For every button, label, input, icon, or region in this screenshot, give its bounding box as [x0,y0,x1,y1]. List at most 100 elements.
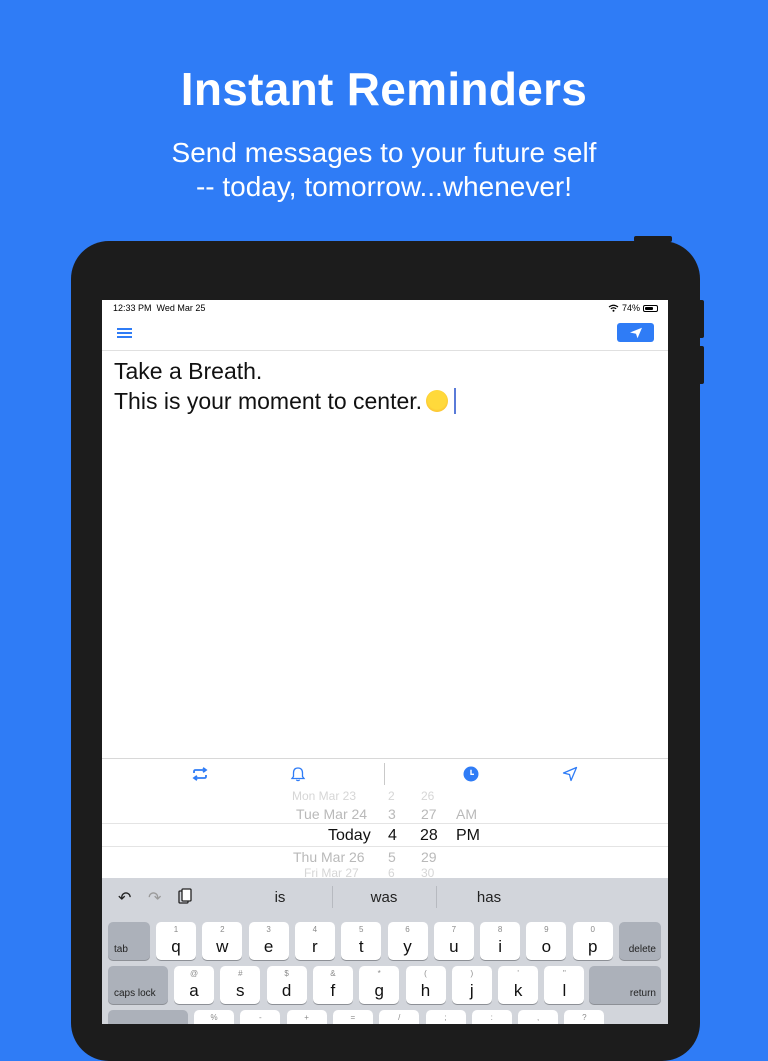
picker-date[interactable]: Fri Mar 27 [304,866,359,878]
location-arrow-icon[interactable] [560,765,580,783]
key-char: k [513,981,523,1000]
onscreen-keyboard: ↶ ↷ is was has tab 1q2w3e4r5t6y7u8i9o0p … [102,878,668,1024]
key-char: s [236,981,245,1000]
message-line2: This is your moment to center. [114,386,654,416]
promo-subtitle-line1: Send messages to your future self [171,137,597,168]
key-f[interactable]: & f [312,966,353,1004]
send-button[interactable] [617,323,654,342]
bell-icon[interactable] [288,765,308,783]
key-w[interactable]: 2w [202,922,243,960]
key-hint: " [562,969,566,978]
picker-hour[interactable]: 3 [388,806,396,826]
key-char: d [281,981,292,1000]
paste-icon[interactable] [178,888,192,910]
message-editor[interactable]: Take a Breath. This is your moment to ce… [114,356,654,416]
key-hint: - [258,1013,262,1022]
key-char: l [562,981,567,1000]
promo-subtitle: Send messages to your future self -- tod… [0,136,768,204]
key-hint-8[interactable]: ? [564,1010,605,1024]
key-r[interactable]: 4r [294,922,335,960]
repeat-icon[interactable] [190,765,210,783]
key-char: q [171,937,181,956]
key-char: f [330,981,336,1000]
key-y[interactable]: 6y [387,922,428,960]
picker-minute[interactable]: 27 [421,806,437,826]
tab-key[interactable]: tab [108,922,150,960]
return-key[interactable]: return [589,966,661,1004]
text-cursor [454,388,457,414]
delete-key[interactable]: delete [619,922,661,960]
status-time: 12:33 PM Wed Mar 25 [113,303,206,313]
redo-icon[interactable]: ↷ [148,888,161,908]
picker-am[interactable]: AM [456,806,477,826]
key-hint: 2 [220,925,225,934]
key-hint: 3 [266,925,271,934]
key-hint-2[interactable]: + [286,1010,327,1024]
key-hint-0[interactable]: % [194,1010,234,1024]
key-hint: 1 [173,925,179,934]
clock-icon[interactable] [461,765,481,783]
suggestion-2[interactable]: was [334,889,434,906]
key-char: a [189,981,199,1000]
key-hint: ) [470,969,474,978]
key-j[interactable]: ) j [451,966,492,1004]
key-hint: 8 [497,925,503,934]
caps-lock-key[interactable]: caps lock [108,966,168,1004]
key-hint: ' [517,969,519,978]
undo-icon[interactable]: ↶ [118,888,131,908]
key-h[interactable]: (h [405,966,446,1004]
picker-minute-selected[interactable]: 28 [420,827,438,847]
suggestion-1[interactable]: is [230,889,330,906]
suggestion-3[interactable]: has [439,889,539,906]
status-bar: 12:33 PM Wed Mar 25 74% [102,300,668,318]
key-a[interactable]: @ a [174,966,214,1004]
toolbar-divider [384,763,385,785]
status-right: 74% [608,303,658,313]
picker-hour-selected[interactable]: 4 [388,827,397,847]
key-hint: 9 [544,925,549,934]
key-char: t [358,937,364,956]
key-char: y [403,937,412,956]
datetime-picker[interactable]: Mon Mar 23 Tue Mar 24 Today Thu Mar 26 F… [102,790,668,878]
key-char: r [312,937,318,956]
nav-bar [102,318,668,351]
key-l[interactable]: " l [544,966,585,1004]
key-i[interactable]: 8i [480,922,521,960]
hamburger-menu-icon[interactable] [116,326,134,342]
key-hint-4[interactable]: / [379,1010,420,1024]
key-hint-6[interactable]: : [471,1010,512,1024]
key-hint: ( [424,969,427,978]
picker-date[interactable]: Tue Mar 24 [296,806,367,826]
shift-key[interactable] [108,1010,188,1024]
key-char: p [587,937,598,956]
wifi-icon [608,304,619,312]
key-hint: & [330,969,336,978]
key-o[interactable]: 9o [526,922,567,960]
picker-hour[interactable]: 6 [388,866,395,878]
tablet-top-button [634,236,672,242]
key-hint: : [490,1013,493,1022]
key-hint: @ [189,969,199,978]
key-s[interactable]: # s [220,966,261,1004]
picker-date-selected[interactable]: Today [328,827,371,847]
key-hint: 5 [358,925,364,934]
key-hint-7[interactable]: , [518,1010,559,1024]
key-t[interactable]: 5t [341,922,382,960]
key-d[interactable]: $ d [266,966,307,1004]
picker-minute[interactable]: 30 [421,866,434,878]
key-k[interactable]: ' k [498,966,539,1004]
key-u[interactable]: 7u [433,922,474,960]
key-hint-5[interactable]: ; [425,1010,466,1024]
key-g[interactable]: * g [359,966,400,1004]
key-q[interactable]: 1q [156,922,196,960]
key-char: u [449,937,459,956]
sun-emoji-icon [426,390,449,412]
key-e[interactable]: 3e [248,922,289,960]
key-hint: = [350,1013,356,1022]
picker-pm-selected[interactable]: PM [456,827,480,847]
key-hint-3[interactable]: = [332,1010,373,1024]
key-p[interactable]: 0p [572,922,613,960]
key-hint: + [304,1013,309,1022]
key-hint-1[interactable]: - [240,1010,281,1024]
key-hint: # [238,969,243,978]
